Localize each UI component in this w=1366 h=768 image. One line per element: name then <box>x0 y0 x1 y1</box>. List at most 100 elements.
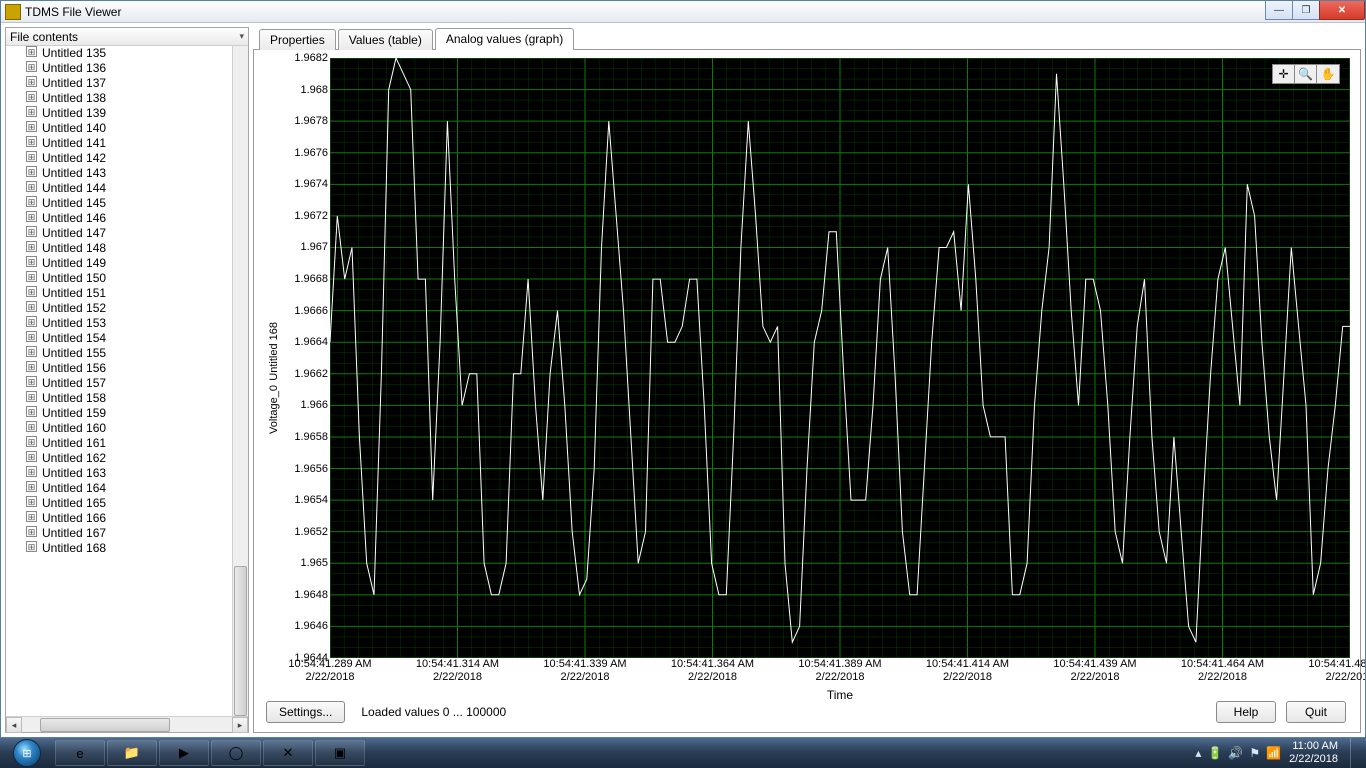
scroll-right-button[interactable]: ▸ <box>232 717 248 733</box>
y-tick: 1.967 <box>300 241 328 253</box>
tree-item[interactable]: Untitled 157 <box>6 376 232 391</box>
tree-item[interactable]: Untitled 158 <box>6 391 232 406</box>
battery-icon[interactable]: 🔋 <box>1207 746 1222 760</box>
volume-icon[interactable]: 🔊 <box>1228 746 1243 760</box>
x-tick: 10:54:41.414 AM2/22/2018 <box>926 658 1009 684</box>
tree-item[interactable]: Untitled 162 <box>6 451 232 466</box>
settings-button[interactable]: Settings... <box>266 701 345 723</box>
x-tick: 10:54:41.289 AM2/22/2018 <box>288 658 371 684</box>
file-contents-label: File contents <box>10 30 78 44</box>
maximize-button[interactable] <box>1292 1 1320 20</box>
taskbar-mediaplayer-icon[interactable]: ▶ <box>159 740 209 766</box>
pan-tool-icon[interactable]: ✋ <box>1317 65 1339 83</box>
plot-area: Untitled 168 Voltage_0 1.96441.96461.964… <box>262 58 1350 698</box>
tree-item[interactable]: Untitled 148 <box>6 241 232 256</box>
tree-item[interactable]: Untitled 146 <box>6 211 232 226</box>
y-tick: 1.9652 <box>294 526 328 538</box>
windows-orb-icon: ⊞ <box>13 739 41 767</box>
tree-item[interactable]: Untitled 160 <box>6 421 232 436</box>
tree-item[interactable]: Untitled 151 <box>6 286 232 301</box>
clock[interactable]: 11:00 AM 2/22/2018 <box>1289 740 1338 766</box>
tree-item[interactable]: Untitled 159 <box>6 406 232 421</box>
titlebar[interactable]: TDMS File Viewer <box>1 1 1365 23</box>
y-tick: 1.968 <box>300 84 328 96</box>
tree-item[interactable]: Untitled 155 <box>6 346 232 361</box>
y-tick: 1.9658 <box>294 431 328 443</box>
tree-vertical-scrollbar[interactable] <box>232 46 248 716</box>
window-title: TDMS File Viewer <box>25 5 1266 19</box>
crosshair-tool-icon[interactable]: ✛ <box>1273 65 1295 83</box>
minimize-button[interactable] <box>1265 1 1293 20</box>
taskbar-labview-icon[interactable]: ▣ <box>315 740 365 766</box>
start-button[interactable]: ⊞ <box>0 738 54 768</box>
taskbar-ie-icon[interactable]: e <box>55 740 105 766</box>
hscroll-thumb[interactable] <box>40 718 170 732</box>
tree-item[interactable]: Untitled 161 <box>6 436 232 451</box>
dropdown-icon[interactable]: ▾ <box>239 31 244 42</box>
scroll-left-button[interactable]: ◂ <box>6 717 22 733</box>
show-desktop-button[interactable] <box>1350 738 1360 768</box>
plot-canvas[interactable] <box>330 58 1350 658</box>
taskbar-app1-icon[interactable]: ✕ <box>263 740 313 766</box>
y-tick: 1.9668 <box>294 273 328 285</box>
footer-bar: Settings... Loaded values 0 ... 100000 H… <box>262 698 1350 726</box>
zoom-tool-icon[interactable]: 🔍 <box>1295 65 1317 83</box>
y-tick: 1.9666 <box>294 305 328 317</box>
tree-item[interactable]: Untitled 143 <box>6 166 232 181</box>
tree-item[interactable]: Untitled 147 <box>6 226 232 241</box>
tab-analog-graph[interactable]: Analog values (graph) <box>435 28 574 50</box>
y-tick: 1.965 <box>300 557 328 569</box>
tree-item[interactable]: Untitled 140 <box>6 121 232 136</box>
plot[interactable]: Time 10:54:41.289 AM2/22/201810:54:41.31… <box>330 58 1350 698</box>
y-tick: 1.9662 <box>294 368 328 380</box>
taskbar-chrome-icon[interactable]: ◯ <box>211 740 261 766</box>
tree-item[interactable]: Untitled 168 <box>6 541 232 556</box>
tab-values-table[interactable]: Values (table) <box>338 29 433 50</box>
app-window: TDMS File Viewer File contents ▾ Untitle… <box>0 0 1366 738</box>
tree-item[interactable]: Untitled 139 <box>6 106 232 121</box>
y-tick: 1.9654 <box>294 494 328 506</box>
tree-item[interactable]: Untitled 135 <box>6 46 232 61</box>
tree-item[interactable]: Untitled 152 <box>6 301 232 316</box>
graph-palette[interactable]: ✛ 🔍 ✋ <box>1272 64 1340 84</box>
tree-item[interactable]: Untitled 163 <box>6 466 232 481</box>
tray-up-icon[interactable]: ▴ <box>1195 746 1201 760</box>
y-tick: 1.9672 <box>294 210 328 222</box>
quit-button[interactable]: Quit <box>1286 701 1346 723</box>
tree-item[interactable]: Untitled 145 <box>6 196 232 211</box>
tree-horizontal-scrollbar[interactable]: ◂ ▸ <box>6 716 248 732</box>
tree-item[interactable]: Untitled 142 <box>6 151 232 166</box>
taskbar-explorer-icon[interactable]: 📁 <box>107 740 157 766</box>
file-contents-header[interactable]: File contents ▾ <box>6 28 248 46</box>
help-button[interactable]: Help <box>1216 701 1276 723</box>
tree-item[interactable]: Untitled 165 <box>6 496 232 511</box>
status-text: Loaded values 0 ... 100000 <box>355 705 1206 719</box>
file-tree[interactable]: Untitled 135Untitled 136Untitled 137Unti… <box>6 46 248 716</box>
tree-item[interactable]: Untitled 136 <box>6 61 232 76</box>
network-icon[interactable]: 📶 <box>1266 746 1281 760</box>
tree-item[interactable]: Untitled 137 <box>6 76 232 91</box>
tab-properties[interactable]: Properties <box>259 29 336 50</box>
taskbar[interactable]: ⊞ e 📁 ▶ ◯ ✕ ▣ ▴ 🔋 🔊 ⚑ 📶 11:00 AM 2/22/20… <box>0 738 1366 768</box>
tree-item[interactable]: Untitled 166 <box>6 511 232 526</box>
y-tick: 1.9674 <box>294 178 328 190</box>
tree-item[interactable]: Untitled 149 <box>6 256 232 271</box>
system-tray[interactable]: ▴ 🔋 🔊 ⚑ 📶 11:00 AM 2/22/2018 <box>1195 738 1366 768</box>
tree-item[interactable]: Untitled 156 <box>6 361 232 376</box>
tray-icons[interactable]: ▴ 🔋 🔊 ⚑ 📶 <box>1195 746 1281 760</box>
tree-item[interactable]: Untitled 138 <box>6 91 232 106</box>
tree-item[interactable]: Untitled 144 <box>6 181 232 196</box>
tree-item[interactable]: Untitled 164 <box>6 481 232 496</box>
close-button[interactable] <box>1319 1 1365 20</box>
flag-icon[interactable]: ⚑ <box>1249 746 1260 760</box>
y-label-2: Voltage_0 <box>268 385 280 434</box>
x-tick: 10:54:41.364 AM2/22/2018 <box>671 658 754 684</box>
y-axis-labels: Untitled 168 Voltage_0 <box>262 58 286 698</box>
tree-item[interactable]: Untitled 153 <box>6 316 232 331</box>
tree-item[interactable]: Untitled 141 <box>6 136 232 151</box>
tree-item[interactable]: Untitled 154 <box>6 331 232 346</box>
y-label-1: Untitled 168 <box>268 322 280 381</box>
scroll-thumb[interactable] <box>234 566 247 716</box>
tree-item[interactable]: Untitled 167 <box>6 526 232 541</box>
tree-item[interactable]: Untitled 150 <box>6 271 232 286</box>
